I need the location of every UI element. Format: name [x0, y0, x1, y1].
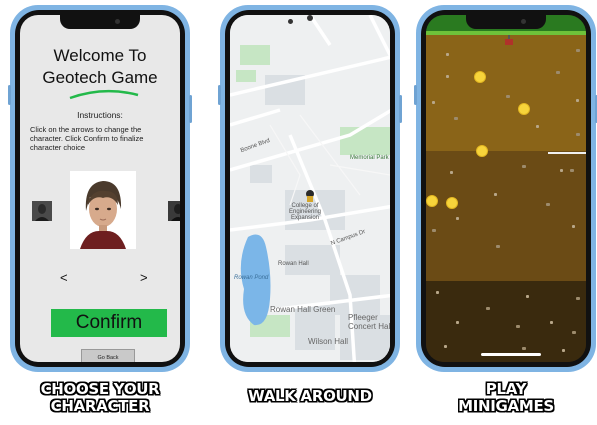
building — [250, 165, 272, 183]
rock-icon — [576, 133, 580, 136]
prev-character-thumbnail[interactable] — [32, 201, 52, 221]
welcome-title-line1: Welcome To — [53, 46, 147, 65]
park-area — [240, 45, 270, 65]
phone-bezel: Welcome To Geotech Game Instructions: Cl… — [15, 10, 185, 367]
volume-button — [218, 85, 221, 105]
minigame-screen[interactable] — [426, 15, 586, 362]
rock-icon — [444, 345, 447, 348]
phone-notch — [466, 15, 546, 29]
go-back-button[interactable]: Go Back — [81, 349, 135, 362]
phone-character-select: Welcome To Geotech Game Instructions: Cl… — [8, 5, 192, 372]
rock-icon — [454, 117, 458, 120]
map-screen[interactable]: Boone Blvd Memorial Park College of Engi… — [230, 15, 390, 362]
rock-icon — [570, 169, 574, 172]
rock-icon — [432, 229, 436, 232]
soil-layer-1 — [426, 35, 586, 151]
phone-bezel — [421, 10, 591, 367]
building — [285, 245, 340, 275]
rock-icon — [576, 49, 580, 52]
caption-walk-around: WALK AROUND — [248, 387, 372, 405]
depth-marker — [548, 152, 586, 154]
rock-icon — [536, 125, 539, 128]
prev-arrow-button[interactable]: < — [60, 270, 68, 285]
map-label-wilson-hall: Wilson Hall — [308, 337, 349, 346]
power-button — [399, 95, 402, 123]
phone-map: Boone Blvd Memorial Park College of Engi… — [218, 5, 402, 372]
welcome-title-line2: Geotech Game — [42, 68, 158, 87]
drill-head[interactable] — [505, 39, 513, 45]
caption-play-line2: MINIGAMES — [458, 397, 554, 415]
character-select-screen: Welcome To Geotech Game Instructions: Cl… — [20, 15, 180, 362]
park-area — [340, 127, 390, 155]
rock-icon — [550, 321, 553, 324]
rock-icon — [496, 245, 500, 248]
rock-icon — [436, 291, 439, 294]
swoosh-underline — [69, 89, 139, 100]
volume-button — [8, 85, 11, 105]
rock-icon — [546, 203, 550, 206]
instructions-title: Instructions: — [77, 110, 123, 120]
next-arrow-button[interactable]: > — [140, 270, 148, 285]
caption-choose-character: CHOOSE YOUR CHARACTER — [15, 381, 185, 415]
rock-icon — [560, 169, 563, 172]
map-label-rowan-hall-green: Rowan Hall Green — [270, 305, 336, 314]
rock-icon — [506, 95, 510, 98]
caption-play-minigames: PLAY MINIGAMES — [416, 381, 596, 415]
rock-icon — [572, 331, 576, 334]
phone-minigame — [414, 5, 597, 372]
rock-icon — [494, 193, 497, 196]
rock-icon — [450, 171, 453, 174]
rock-icon — [572, 225, 575, 228]
rock-icon — [526, 295, 529, 298]
caption-play-line1: PLAY — [485, 380, 527, 398]
gold-coin-icon[interactable] — [426, 195, 438, 207]
phone-bezel: Boone Blvd Memorial Park College of Engi… — [225, 10, 395, 367]
map-label-rowan-hall: Rowan Hall — [278, 261, 309, 267]
rock-icon — [446, 75, 449, 78]
power-button — [189, 95, 192, 123]
phone-notch — [60, 15, 140, 29]
gold-coin-icon[interactable] — [518, 103, 530, 115]
rock-icon — [486, 307, 490, 310]
character-portrait — [70, 171, 136, 249]
rock-icon — [446, 53, 449, 56]
rock-icon — [432, 101, 435, 104]
home-indicator[interactable] — [481, 353, 541, 356]
rock-icon — [556, 71, 560, 74]
rock-icon — [522, 347, 526, 350]
next-character-thumbnail[interactable] — [168, 201, 180, 221]
rock-icon — [456, 321, 459, 324]
confirm-button[interactable]: Confirm — [51, 309, 167, 337]
front-camera — [288, 15, 313, 24]
rock-icon — [562, 349, 565, 352]
gold-coin-icon[interactable] — [474, 71, 486, 83]
map-label-memorial: Memorial Park — [350, 155, 389, 161]
caption-choose-line2: CHARACTER — [50, 397, 150, 415]
rock-icon — [576, 297, 580, 300]
rock-icon — [522, 165, 526, 168]
player-avatar-icon — [305, 190, 315, 204]
rock-icon — [576, 99, 579, 102]
rock-icon — [456, 217, 459, 220]
map-label-rowan-pond: Rowan Pond — [234, 275, 269, 281]
welcome-title: Welcome To Geotech Game — [20, 45, 180, 89]
map-label-pfleeger: Pfleeger Concert Hall — [348, 313, 390, 331]
volume-button — [414, 85, 417, 105]
gold-coin-icon[interactable] — [446, 197, 458, 209]
gold-coin-icon[interactable] — [476, 145, 488, 157]
park-area — [236, 70, 256, 82]
caption-choose-line1: CHOOSE YOUR — [40, 380, 160, 398]
rock-icon — [516, 325, 520, 328]
instructions-text: Click on the arrows to change the charac… — [30, 125, 144, 152]
map-label-engineering: College of Engineering Expansion — [288, 203, 322, 221]
building — [330, 275, 380, 315]
